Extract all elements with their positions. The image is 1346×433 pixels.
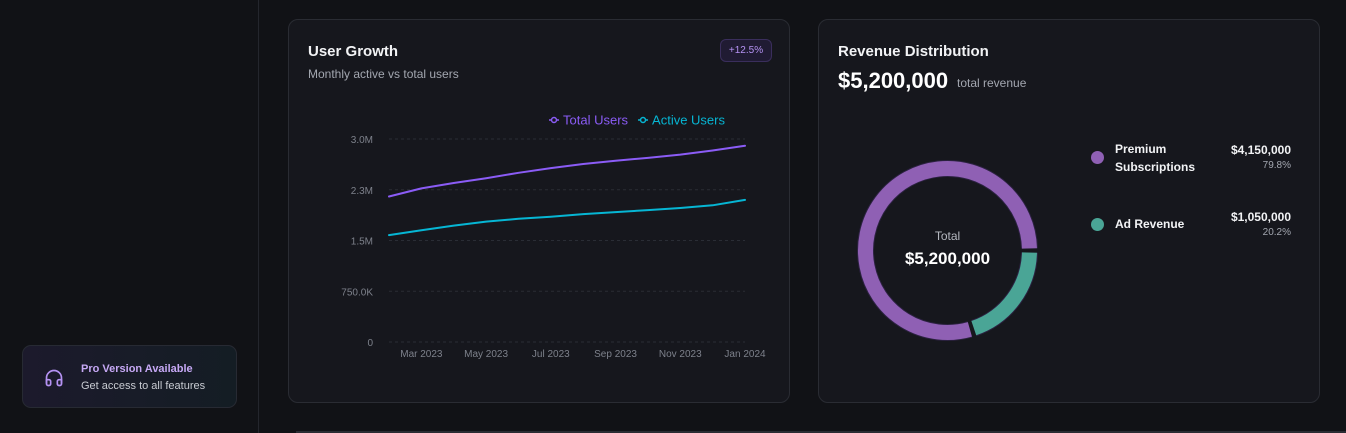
donut-center-value: $5,200,000 <box>904 249 991 268</box>
legend-marker-active-users <box>639 116 647 124</box>
pro-subtitle: Get access to all features <box>81 380 206 392</box>
x-tick-label: Nov 2023 <box>659 349 702 360</box>
legend-name-premium-line1: Premium <box>1115 142 1167 156</box>
y-tick-label: 750.0K <box>341 287 373 298</box>
user-growth-card: User Growth Monthly active vs total user… <box>288 19 790 403</box>
revenue-title: Revenue Distribution <box>838 43 989 60</box>
legend-name-premium-line2: Subscriptions <box>1115 160 1196 174</box>
legend-item-premium[interactable]: Premium Subscriptions $4,150,000 79.8% <box>1091 140 1291 180</box>
y-tick-label: 0 <box>367 338 373 349</box>
legend-dot-ad-revenue <box>1091 218 1104 231</box>
legend-label-total-users: Total Users <box>563 113 629 128</box>
sidebar: Pro Version Available Get access to all … <box>0 0 259 433</box>
legend-item-ad-revenue[interactable]: Ad Revenue $1,050,000 20.2% <box>1091 209 1291 249</box>
y-tick-label: 1.5M <box>351 237 373 248</box>
series-line-total-users <box>388 144 746 198</box>
legend-value-premium: $4,150,000 <box>1230 143 1291 157</box>
legend-value-ad-revenue: $1,050,000 <box>1230 210 1291 224</box>
x-tick-label: Sep 2023 <box>594 349 637 360</box>
headphones-icon <box>45 369 63 387</box>
x-tick-label: May 2023 <box>464 349 508 360</box>
series-line-active-users <box>388 198 746 237</box>
y-tick-label: 2.3M <box>351 186 373 197</box>
legend-name-ad-revenue: Ad Revenue <box>1115 217 1185 231</box>
x-tick-label: Mar 2023 <box>400 349 443 360</box>
revenue-distribution-card: Revenue Distribution $5,200,000 total re… <box>818 19 1320 403</box>
legend-percent-ad-revenue: 20.2% <box>1262 227 1291 238</box>
pro-title: Pro Version Available <box>81 363 193 375</box>
legend-marker-total-users <box>550 116 558 124</box>
x-tick-label: Jul 2023 <box>532 349 570 360</box>
legend-dot-premium <box>1091 151 1104 164</box>
donut-center-label: Total <box>934 229 961 243</box>
legend-label-active-users: Active Users <box>652 113 725 128</box>
user-growth-chart: 0 750.0K 1.5M 2.3M 3.0M Mar 2023 May 2023 Jul 2… <box>341 113 766 361</box>
revenue-amount-label: total revenue <box>957 76 1027 90</box>
legend-percent-premium: 79.8% <box>1262 160 1291 171</box>
pro-version-card[interactable]: Pro Version Available Get access to all … <box>22 345 237 408</box>
y-tick-label: 3.0M <box>351 135 373 146</box>
revenue-amount: $5,200,000 <box>838 68 949 93</box>
x-tick-label: Jan 2024 <box>724 349 766 360</box>
